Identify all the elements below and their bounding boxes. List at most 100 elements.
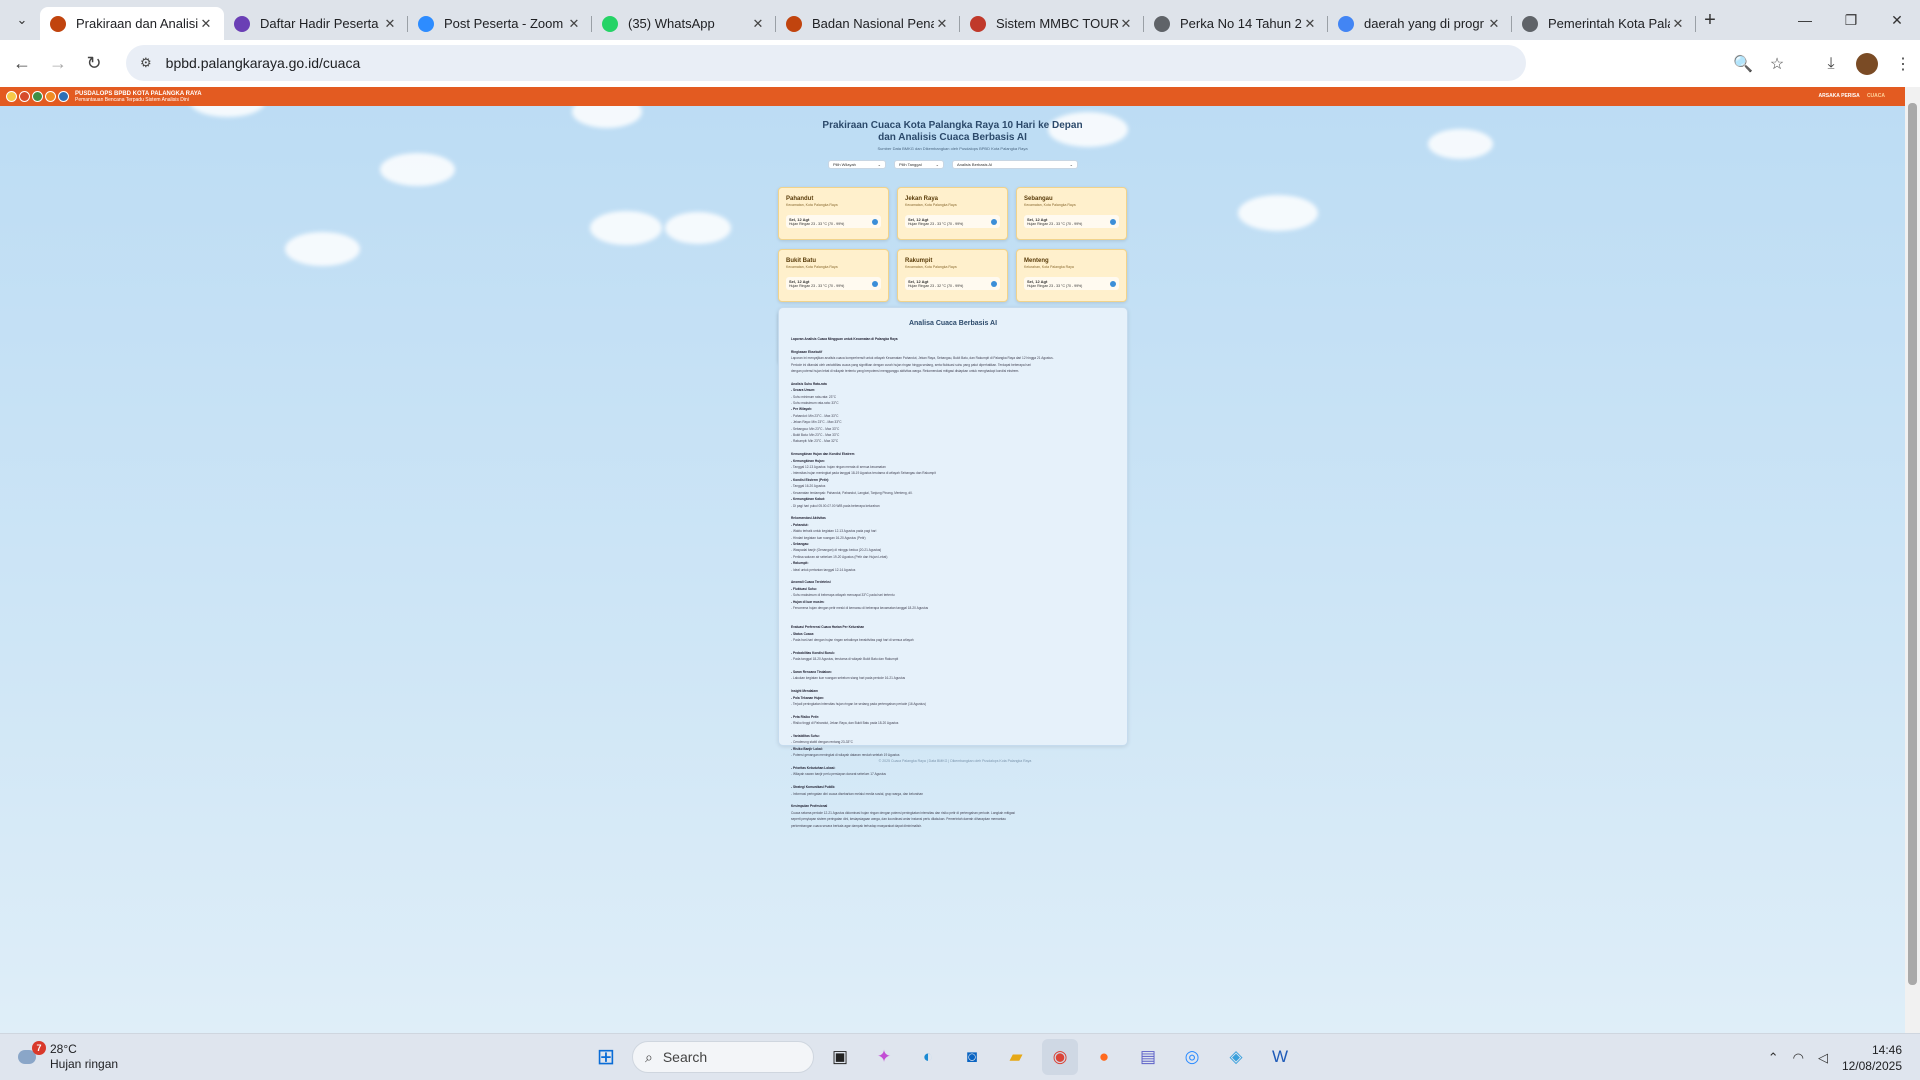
cloud-decoration <box>380 153 455 186</box>
zoom-app-icon[interactable]: ◎ <box>1174 1039 1210 1075</box>
reload-button[interactable]: ↻ <box>76 53 112 74</box>
taskbar-search-label: Search <box>662 1049 708 1065</box>
scrollbar-thumb[interactable] <box>1908 103 1917 985</box>
browser-tab[interactable]: Prakiraan dan Analisis ✕ <box>40 7 224 40</box>
weather-alert-badge: 7 <box>32 1041 46 1055</box>
url-text[interactable]: bpbd.palangkaraya.go.id/cuaca <box>166 55 361 71</box>
site-title: PUSDALOPS BPBD KOTA PALANGKA RAYA <box>75 90 202 97</box>
weather-temp: 28°C <box>50 1042 77 1056</box>
window-controls: — ❐ ✕ <box>1782 0 1920 40</box>
analysis-title: Analisa Cuaca Berbasis AI <box>908 320 998 327</box>
browser-tab[interactable]: (35) WhatsApp ✕ <box>592 7 776 40</box>
site-header: PUSDALOPS BPBD KOTA PALANGKA RAYA Pemant… <box>0 87 1905 106</box>
bnpb-icon <box>786 15 802 32</box>
close-icon[interactable]: ✕ <box>1670 16 1686 32</box>
browser-tab[interactable]: Daftar Hadir Peserta V ✕ <box>224 7 408 40</box>
close-window-button[interactable]: ✕ <box>1874 0 1920 40</box>
chevron-down-icon: ⌄ <box>935 162 939 167</box>
logo-icon <box>6 91 17 102</box>
firefox-icon[interactable]: ● <box>1086 1039 1122 1075</box>
profile-avatar[interactable] <box>1856 52 1878 75</box>
logo-icon <box>19 91 30 102</box>
zoom-icon[interactable]: 🔍 <box>1726 54 1760 74</box>
clock-time: 14:46 <box>1871 1043 1902 1057</box>
browser-tab[interactable]: Badan Nasional Pena ✕ <box>776 7 960 40</box>
page-footer: © 2025 Cuaca Palangka Raya | Data BMKG |… <box>878 759 1032 763</box>
region-select[interactable]: Pilih Wilayah ⌄ <box>828 160 886 169</box>
volume-icon[interactable]: ◁ <box>1818 1050 1828 1066</box>
browser-tab[interactable]: Pemerintah Kota Pala ✕ <box>1512 7 1696 40</box>
toolbar-actions: 🔍 ☆ ⤓ ⋮ <box>1726 40 1920 87</box>
task-view-icon[interactable]: ▣ <box>822 1039 858 1075</box>
nav-link-cuaca[interactable]: CUACA <box>1867 93 1885 99</box>
browser-tab[interactable]: Perka No 14 Tahun 20 ✕ <box>1144 7 1328 40</box>
forecast-text: Sel, 12 AgtHujan Ringan 23 - 33 °C (70 -… <box>789 217 844 226</box>
close-icon[interactable]: ✕ <box>1302 16 1318 32</box>
close-icon[interactable]: ✕ <box>750 16 766 32</box>
district-card[interactable]: Menteng Kelurahan, Kota Palangka Raya Sel,… <box>1016 249 1127 302</box>
browser-tab[interactable]: Post Peserta - Zoom ✕ <box>408 7 592 40</box>
forecast-row: Sel, 12 AgtHujan Ringan 23 - 33 °C (70 -… <box>1024 277 1119 290</box>
tab-title: Perka No 14 Tahun 20 <box>1180 16 1302 31</box>
copilot-icon[interactable]: ✦ <box>866 1039 902 1075</box>
edge-icon[interactable]: ◐ <box>910 1039 946 1075</box>
clock[interactable]: 14:46 12/08/2025 <box>1842 1042 1902 1074</box>
address-bar[interactable]: ⚙ bpbd.palangkaraya.go.id/cuaca <box>126 45 1526 81</box>
mmbc-icon <box>970 15 986 32</box>
bookmark-star-icon[interactable]: ☆ <box>1760 54 1794 74</box>
close-icon[interactable]: ✕ <box>934 16 950 32</box>
page-title: Prakiraan Cuaca Kota Palangka Raya 10 Ha… <box>780 120 1125 144</box>
district-card[interactable]: Sebangau Kecamatan, Kota Palangka Raya Sel… <box>1016 187 1127 240</box>
close-icon[interactable]: ✕ <box>1118 16 1134 32</box>
page-scrollbar[interactable] <box>1905 87 1920 1033</box>
rain-icon <box>1110 280 1116 287</box>
maps-icon[interactable]: ◈ <box>1218 1039 1254 1075</box>
globe-icon <box>1522 15 1538 32</box>
forward-button[interactable]: → <box>40 53 76 74</box>
teams-icon[interactable]: ▤ <box>1130 1039 1166 1075</box>
tab-search-button[interactable]: ⌄ <box>4 5 40 35</box>
close-icon[interactable]: ✕ <box>566 16 582 32</box>
district-name: Jekan Raya <box>905 196 939 202</box>
close-icon[interactable]: ✕ <box>198 16 214 32</box>
district-card[interactable]: Rakumpit Kecamatan, Kota Palangka Raya Sel… <box>897 249 1008 302</box>
menu-icon[interactable]: ⋮ <box>1886 54 1920 74</box>
chrome-icon[interactable]: ◉ <box>1042 1039 1078 1075</box>
wifi-icon[interactable]: ◠ <box>1793 1050 1804 1066</box>
cloud-decoration <box>1428 129 1493 159</box>
rain-icon <box>872 218 878 225</box>
site-name[interactable]: PUSDALOPS BPBD KOTA PALANGKA RAYA Pemant… <box>75 91 202 103</box>
district-card[interactable]: Pahandut Kecamatan, Kota Palangka Raya Sel… <box>778 187 889 240</box>
site-tagline: Pemantauan Bencana Terpadu Sistem Analis… <box>75 96 189 103</box>
cloud-decoration <box>590 211 662 245</box>
windows-start-icon[interactable]: ⊞ <box>588 1039 624 1075</box>
district-card[interactable]: Jekan Raya Kecamatan, Kota Palangka Raya S… <box>897 187 1008 240</box>
chevron-up-icon[interactable]: ⌃ <box>1768 1050 1779 1066</box>
district-card[interactable]: Bukit Batu Kecamatan, Kota Palangka Raya S… <box>778 249 889 302</box>
minimize-button[interactable]: — <box>1782 0 1828 40</box>
district-name: Sebangau <box>1024 196 1053 202</box>
new-tab-button[interactable]: + <box>1696 9 1724 32</box>
weather-widget[interactable]: 7 28°C Hujan ringan <box>16 1041 118 1072</box>
chevron-down-icon: ⌄ <box>877 162 881 167</box>
ai-analysis-panel: Analisa Cuaca Berbasis AI Laporan Analis… <box>778 307 1128 828</box>
file-explorer-icon[interactable]: ▰ <box>998 1039 1034 1075</box>
zoom-icon <box>418 15 434 32</box>
date-select[interactable]: Pilih Tanggal ⌄ <box>894 160 944 169</box>
downloads-icon[interactable]: ⤓ <box>1814 55 1848 73</box>
close-icon[interactable]: ✕ <box>1486 16 1502 32</box>
tab-title: Pemerintah Kota Pala <box>1548 16 1670 31</box>
site-info-icon[interactable]: ⚙ <box>140 55 152 71</box>
restore-button[interactable]: ❐ <box>1828 0 1874 40</box>
nav-link-arsaka[interactable]: ARSAKA PERISA <box>1819 93 1860 99</box>
back-button[interactable]: ← <box>4 53 40 74</box>
word-icon[interactable]: W <box>1262 1039 1298 1075</box>
analysis-select[interactable]: Analisis Berbasis AI ⌄ <box>952 160 1078 169</box>
globe-icon <box>1154 15 1170 32</box>
browser-tab[interactable]: Sistem MMBC TOUR ✕ <box>960 7 1144 40</box>
taskbar-search[interactable]: ⌕ Search <box>632 1041 814 1073</box>
browser-tab[interactable]: daerah yang di progr ✕ <box>1328 7 1512 40</box>
weather-icon: 7 <box>16 1041 46 1070</box>
outlook-icon[interactable]: ◙ <box>954 1039 990 1075</box>
close-icon[interactable]: ✕ <box>382 16 398 32</box>
